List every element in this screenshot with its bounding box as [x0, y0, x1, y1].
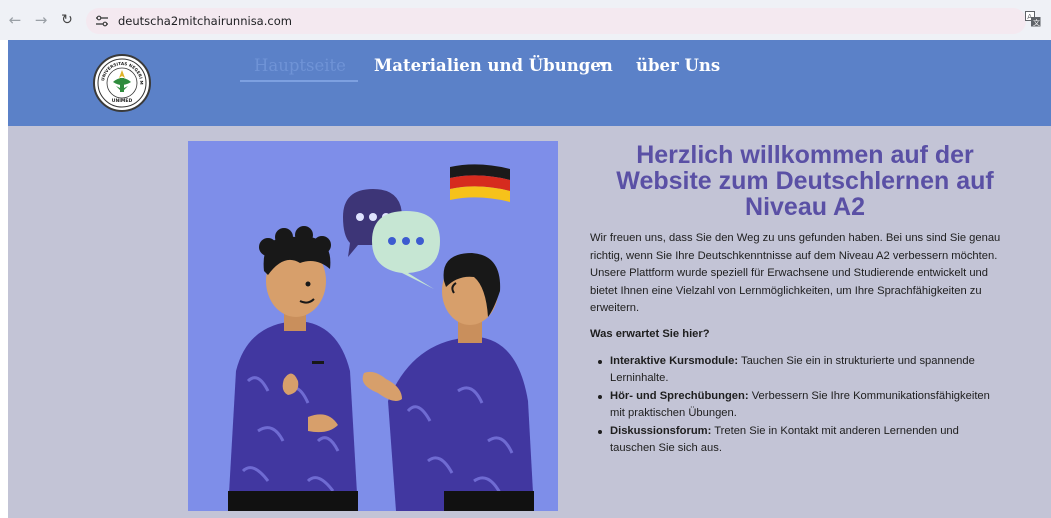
list-item: Interaktive Kursmodule: Tauchen Sie ein … [590, 353, 1005, 388]
chevron-down-icon[interactable] [598, 62, 608, 67]
active-nav-underline [240, 80, 358, 82]
right-person-figure [362, 253, 534, 511]
feature-label: Interaktive Kursmodule: [610, 354, 739, 367]
logo-bottom-text: UNIMED [112, 98, 133, 104]
german-flag-icon [450, 164, 510, 202]
svg-text:A: A [1027, 13, 1032, 21]
left-person-figure [228, 226, 358, 511]
university-logo[interactable]: UNIVERSITAS NEGERI MEDAN UNIMED [93, 52, 151, 112]
list-item: Hör- und Sprechübungen: Verbessern Sie I… [590, 388, 1005, 423]
reload-icon[interactable]: ↻ [56, 9, 78, 31]
back-arrow-icon[interactable]: ← [4, 9, 26, 31]
feature-label: Diskussionsforum: [610, 424, 712, 437]
intro-paragraph: Wir freuen uns, dass Sie den Weg zu uns … [590, 232, 1001, 314]
address-bar[interactable]: deutscha2mitchairunnisa.com [86, 8, 1026, 34]
nav-about-link[interactable]: über Uns [636, 56, 720, 75]
feature-list: Interaktive Kursmodule: Tauchen Sie ein … [590, 353, 1020, 458]
conversation-illustration [188, 141, 558, 511]
nav-materials-link[interactable]: Materialien und Übungen [374, 56, 613, 75]
forward-arrow-icon[interactable]: → [30, 9, 52, 31]
site-header: UNIVERSITAS NEGERI MEDAN UNIMED Hauptsei… [8, 40, 1051, 126]
page-title: Herzlich willkommen auf der Website zum … [616, 141, 994, 221]
feature-label: Hör- und Sprechübungen: [610, 389, 749, 402]
list-item: Diskussionsforum: Treten Sie in Kontakt … [590, 423, 1005, 458]
svg-text:文: 文 [1033, 18, 1040, 27]
nav-home-link[interactable]: Hauptseite [254, 56, 346, 75]
translate-icon[interactable]: A 文 [1025, 11, 1041, 27]
browser-toolbar: ← → ↻ deutscha2mitchairunnisa.com A 文 [0, 0, 1051, 40]
features-heading: Was erwartet Sie hier? [590, 327, 710, 340]
page-body: UNIVERSITAS NEGERI MEDAN UNIMED Hauptsei… [8, 40, 1051, 518]
welcome-section: Herzlich willkommen auf der Website zum … [590, 142, 1020, 458]
url-text[interactable]: deutscha2mitchairunnisa.com [118, 14, 292, 28]
site-info-icon[interactable] [92, 11, 112, 31]
speech-bubble-icon [372, 211, 440, 289]
